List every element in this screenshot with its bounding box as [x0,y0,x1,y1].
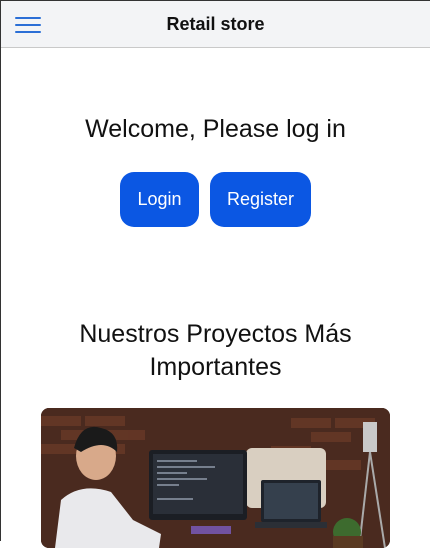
projects-heading: Nuestros Proyectos Más Importantes [79,320,352,381]
app-header: Retail store [1,1,430,48]
register-button[interactable]: Register [210,172,311,227]
app-title: Retail store [166,14,265,34]
welcome-heading: Welcome, Please log in [85,115,346,143]
login-button[interactable]: Login [120,172,199,227]
project-image [41,408,390,548]
